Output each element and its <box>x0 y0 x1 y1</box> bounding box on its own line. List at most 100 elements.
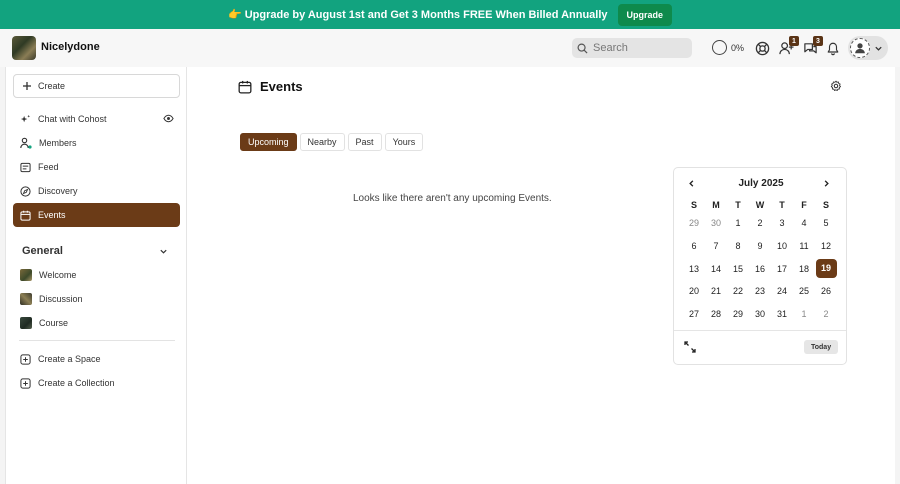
search-input[interactable] <box>593 42 683 54</box>
sidebar-item-events[interactable]: Events <box>13 203 180 227</box>
profile-menu[interactable] <box>848 36 888 60</box>
create-collection-label: Create a Collection <box>38 378 115 388</box>
calendar-day[interactable]: 24 <box>771 286 793 296</box>
calendar-day[interactable]: 1 <box>793 309 815 319</box>
tab-yours[interactable]: Yours <box>384 133 424 151</box>
bell-icon <box>827 42 839 55</box>
calendar-day[interactable]: 30 <box>749 309 771 319</box>
calendar-day[interactable]: 7 <box>705 241 727 251</box>
space-thumbnail <box>20 293 32 305</box>
help-button[interactable] <box>754 40 770 56</box>
calendar-day-number: 20 <box>688 286 699 297</box>
calendar-day[interactable]: 12 <box>815 241 837 251</box>
calendar-day[interactable]: 26 <box>815 286 837 296</box>
create-space-button[interactable]: Create a Space <box>13 348 180 370</box>
calendar-day[interactable]: 8 <box>727 241 749 251</box>
empty-state-message: Looks like there aren't any upcoming Eve… <box>353 193 552 204</box>
sidebar-item-label: Feed <box>38 162 59 172</box>
calendar-day-number: 25 <box>798 286 809 297</box>
chevron-right-icon[interactable] <box>822 179 831 188</box>
calendar-day[interactable]: 10 <box>771 241 793 251</box>
notifications-button[interactable] <box>825 40 841 56</box>
calendar-day-number: 1 <box>735 218 741 229</box>
calendar-week-row: 6 7 8 9 10 11 12 <box>683 235 837 258</box>
search-icon <box>577 43 588 54</box>
invite-member-button[interactable]: 1 <box>778 36 799 56</box>
gear-icon[interactable] <box>830 80 842 92</box>
calendar-day[interactable]: 30 <box>705 218 727 228</box>
calendar-day[interactable]: 9 <box>749 241 771 251</box>
banner-text: 👉 Upgrade by August 1st and Get 3 Months… <box>227 9 608 21</box>
calendar-day[interactable]: 22 <box>727 286 749 296</box>
sidebar-item-discovery[interactable]: Discovery <box>13 180 180 202</box>
upgrade-button[interactable]: Upgrade <box>617 3 673 26</box>
calendar-day-number: 3 <box>779 218 785 229</box>
community-logo[interactable] <box>12 36 36 60</box>
calendar-day[interactable]: 14 <box>705 264 727 274</box>
calendar-day[interactable]: 16 <box>749 264 771 274</box>
create-collection-button[interactable]: Create a Collection <box>13 372 180 394</box>
calendar-day[interactable]: 23 <box>749 286 771 296</box>
calendar-day-number: 30 <box>710 218 721 229</box>
sidebar-item-chat-with-cohost[interactable]: Chat with Cohost <box>13 108 180 130</box>
user-icon <box>855 43 865 54</box>
calendar-day-number: 1 <box>801 309 807 320</box>
calendar-week-row: 13 14 15 16 17 18 19 <box>683 257 837 280</box>
expand-icon[interactable] <box>684 341 696 353</box>
top-bar: Nicelydone 0% 1 3 <box>0 29 900 67</box>
calendar-day[interactable]: 11 <box>793 241 815 251</box>
section-title-general[interactable]: General <box>22 245 63 257</box>
onboarding-progress[interactable]: 0% <box>712 40 744 55</box>
calendar-day-number: 19 <box>815 259 837 279</box>
calendar-day[interactable]: 31 <box>771 309 793 319</box>
weekday-label: W <box>755 200 765 210</box>
calendar-day-number: 12 <box>820 241 831 252</box>
tab-nearby[interactable]: Nearby <box>299 133 345 151</box>
search-box[interactable] <box>572 38 692 58</box>
sidebar-item-feed[interactable]: Feed <box>13 156 180 178</box>
feed-icon <box>20 162 31 172</box>
calendar-day[interactable]: 18 <box>793 264 815 274</box>
space-thumbnail <box>20 317 32 329</box>
calendar-day[interactable]: 29 <box>683 218 705 228</box>
calendar-day-number: 11 <box>799 241 809 252</box>
calendar-day[interactable]: 28 <box>705 309 727 319</box>
calendar-icon <box>238 80 252 94</box>
space-item-discussion[interactable]: Discussion <box>13 288 180 310</box>
calendar-day[interactable]: 21 <box>705 286 727 296</box>
create-button[interactable]: Create <box>13 74 180 98</box>
calendar-day[interactable]: 2 <box>815 309 837 319</box>
calendar-day[interactable]: 20 <box>683 286 705 296</box>
space-item-welcome[interactable]: Welcome <box>13 264 180 286</box>
sidebar-item-label: Members <box>39 138 77 148</box>
community-name[interactable]: Nicelydone <box>41 41 100 53</box>
calendar-day[interactable]: 25 <box>793 286 815 296</box>
calendar-day-number: 4 <box>801 218 807 229</box>
calendar-day[interactable]: 1 <box>727 218 749 228</box>
sidebar-item-label: Discovery <box>38 186 78 196</box>
tab-upcoming[interactable]: Upcoming <box>240 133 297 151</box>
calendar-day[interactable]: 17 <box>771 264 793 274</box>
calendar-day[interactable]: 2 <box>749 218 771 228</box>
calendar-day[interactable]: 13 <box>683 264 705 274</box>
calendar-day[interactable]: 3 <box>771 218 793 228</box>
messages-button[interactable]: 3 <box>802 36 823 56</box>
calendar-day[interactable]: 27 <box>683 309 705 319</box>
calendar-widget: July 2025 S M T W T F S 29 30 1 2 3 4 5 6 7 8 9 10 11 12 13 14… <box>673 167 847 365</box>
calendar-day-number: 31 <box>776 309 787 320</box>
chevron-down-icon[interactable] <box>159 247 168 256</box>
calendar-day-selected[interactable]: 19 <box>815 259 837 279</box>
calendar-day[interactable]: 29 <box>727 309 749 319</box>
tab-past[interactable]: Past <box>347 133 382 151</box>
calendar-day[interactable]: 6 <box>683 241 705 251</box>
calendar-day[interactable]: 15 <box>727 264 749 274</box>
today-button[interactable]: Today <box>804 340 839 354</box>
calendar-day-number: 9 <box>757 241 763 252</box>
plus-icon <box>23 82 31 90</box>
calendar-day-number: 29 <box>688 218 699 229</box>
calendar-day[interactable]: 5 <box>815 218 837 228</box>
eye-icon[interactable] <box>163 114 174 123</box>
calendar-day[interactable]: 4 <box>793 218 815 228</box>
sidebar-item-members[interactable]: Members <box>13 132 180 154</box>
space-item-course[interactable]: Course <box>13 312 180 334</box>
